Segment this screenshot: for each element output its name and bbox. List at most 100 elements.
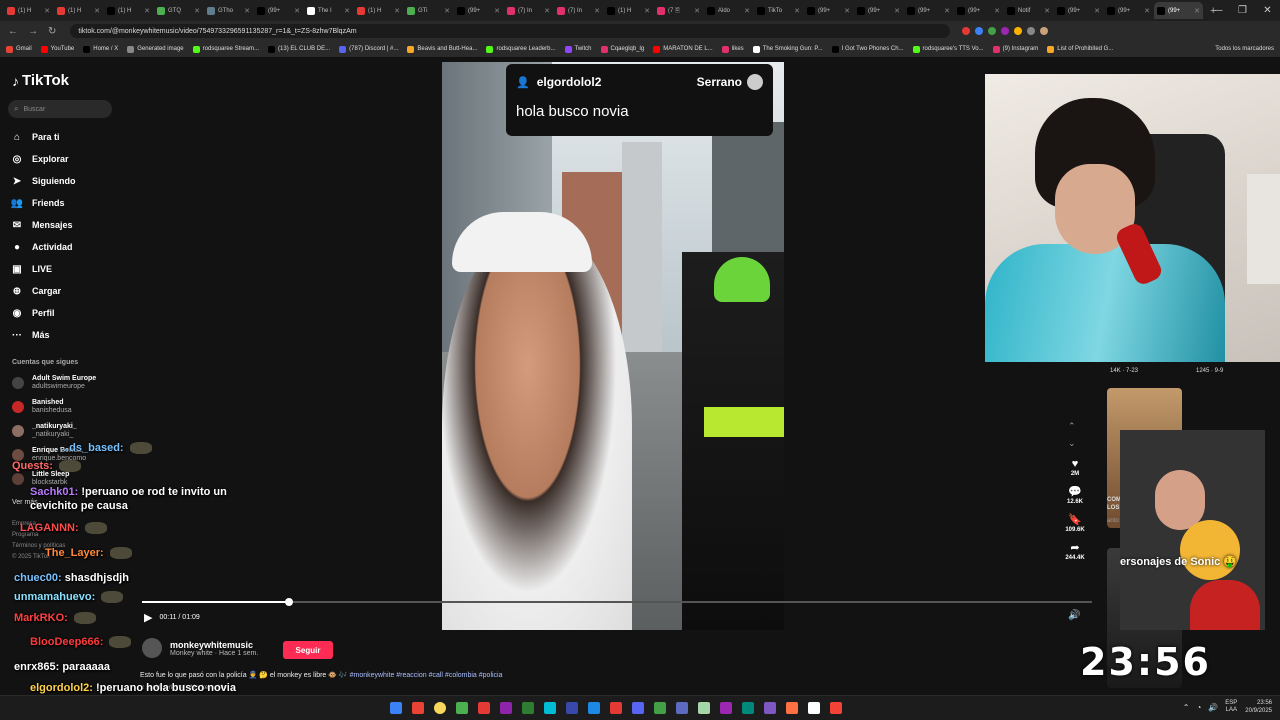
sidebar-item-para-ti[interactable]: ⌂ Para ti	[10, 126, 76, 148]
comment-icon[interactable]: 💬	[1060, 485, 1090, 498]
minimize-button[interactable]: —	[1205, 0, 1230, 21]
sidebar-item-cargar[interactable]: ⊕ Cargar	[10, 280, 76, 302]
taskbar-app-icon[interactable]	[698, 702, 710, 714]
all-bookmarks-link[interactable]: Todos los marcadores	[1215, 46, 1274, 52]
taskbar-app-icon[interactable]	[610, 702, 622, 714]
bookmark-item[interactable]: YouTube	[40, 45, 74, 53]
close-tab-icon[interactable]: ✕	[994, 7, 1000, 15]
taskbar-app-icon[interactable]	[742, 702, 754, 714]
progress-handle[interactable]	[285, 598, 294, 606]
close-tab-icon[interactable]: ✕	[494, 7, 500, 15]
sidebar-item-live[interactable]: ▣ LIVE	[10, 258, 76, 280]
close-tab-icon[interactable]: ✕	[244, 7, 250, 15]
sidebar-item-perfil[interactable]: ◉ Perfil	[10, 302, 76, 324]
extension-icon[interactable]	[1027, 27, 1036, 35]
bookmark-item[interactable]: Gmail	[6, 45, 32, 53]
browser-tab[interactable]: Aldo ✕	[704, 2, 753, 19]
taskbar-app-icon[interactable]	[676, 702, 688, 714]
close-tab-icon[interactable]: ✕	[1094, 7, 1100, 15]
bookmark-item[interactable]: Generated image	[127, 45, 184, 53]
browser-tab[interactable]: The I ✕	[304, 2, 353, 19]
taskbar-app-icon[interactable]	[544, 702, 556, 714]
video-player[interactable]	[442, 62, 784, 630]
bookmark-item[interactable]: Twitch	[564, 45, 592, 53]
bookmark-item[interactable]: (9) Instagram	[992, 45, 1038, 53]
extension-icon[interactable]	[1014, 27, 1023, 35]
bookmark-item[interactable]: Beavis and Butt-Hea...	[407, 45, 477, 53]
forward-icon[interactable]: →	[28, 26, 38, 37]
taskbar-app-icon[interactable]	[808, 702, 820, 714]
previous-video-icon[interactable]: ⌃	[1068, 418, 1076, 435]
close-tab-icon[interactable]: ✕	[644, 7, 650, 15]
taskbar-app-icon[interactable]	[456, 702, 468, 714]
close-tab-icon[interactable]: ✕	[1194, 7, 1200, 15]
browser-tab[interactable]: (1) H ✕	[604, 2, 653, 19]
taskbar-app-icon[interactable]	[654, 702, 666, 714]
taskbar-app-icon[interactable]	[830, 702, 842, 714]
extension-icon[interactable]	[988, 27, 997, 35]
taskbar-app-icon[interactable]	[522, 702, 534, 714]
chevron-up-icon[interactable]: ⌃	[1183, 703, 1190, 712]
bookmark-icon[interactable]: 🔖	[1060, 513, 1090, 526]
bookmark-item[interactable]: rodsquaree's TTS Vo...	[912, 45, 984, 53]
close-tab-icon[interactable]: ✕	[394, 7, 400, 15]
close-tab-icon[interactable]: ✕	[594, 7, 600, 15]
url-field[interactable]: tiktok.com/@monkeywhitemusic/video/75497…	[70, 24, 951, 38]
bookmark-item[interactable]: rodsquaree Stream...	[192, 45, 259, 53]
taskbar-app-icon[interactable]	[720, 702, 732, 714]
sidebar-item-siguiendo[interactable]: ➤ Siguiendo	[10, 170, 76, 192]
close-tab-icon[interactable]: ✕	[844, 7, 850, 15]
browser-tab[interactable]: (99+ ✕	[854, 2, 903, 19]
close-tab-icon[interactable]: ✕	[894, 7, 900, 15]
video-progress-bar[interactable]	[142, 598, 1092, 606]
close-tab-icon[interactable]: ✕	[744, 7, 750, 15]
close-tab-icon[interactable]: ✕	[544, 7, 550, 15]
wifi-icon[interactable]: ◔	[1196, 703, 1201, 712]
browser-tab[interactable]: (99+ ✕	[904, 2, 953, 19]
next-video-icon[interactable]: ⌄	[1068, 435, 1076, 452]
volume-icon[interactable]: 🔊	[1068, 610, 1080, 621]
browser-tab[interactable]: (99+ ✕	[804, 2, 853, 19]
tiktok-logo[interactable]: ♪ TikTok	[12, 72, 69, 89]
bookmark-item[interactable]: likes	[721, 45, 744, 53]
reload-icon[interactable]: ↻	[48, 26, 56, 37]
close-tab-icon[interactable]: ✕	[1044, 7, 1050, 15]
bookmark-item[interactable]: MARATON DE L...	[653, 45, 713, 53]
speaker-icon[interactable]: 🔊	[1208, 703, 1218, 712]
windows-start-icon[interactable]	[390, 702, 402, 714]
browser-tab[interactable]: Notif ✕	[1004, 2, 1053, 19]
taskbar-app-icon[interactable]	[786, 702, 798, 714]
bookmark-item[interactable]: Home / X	[83, 45, 118, 53]
browser-tab[interactable]: (99+ ✕	[254, 2, 303, 19]
sidebar-item-mensajes[interactable]: ✉ Mensajes	[10, 214, 76, 236]
share-icon[interactable]: ➦	[1060, 541, 1090, 554]
browser-tab[interactable]: (1) H ✕	[104, 2, 153, 19]
system-clock[interactable]: 23:56 20/9/2025	[1245, 699, 1272, 715]
taskbar-app-icon[interactable]	[478, 702, 490, 714]
close-tab-icon[interactable]: ✕	[344, 7, 350, 15]
browser-tab[interactable]: (99+ ✕	[1054, 2, 1103, 19]
taskbar-app-icon[interactable]	[412, 702, 424, 714]
close-window-button[interactable]: ✕	[1255, 0, 1280, 21]
browser-tab[interactable]: (1) H ✕	[4, 2, 53, 19]
taskbar-app-icon[interactable]	[434, 702, 446, 714]
bookmark-item[interactable]: rodsquaree Leaderb...	[486, 45, 556, 53]
search-input[interactable]: ⌕ Buscar	[8, 100, 112, 118]
extension-icon[interactable]	[962, 27, 971, 35]
taskbar-app-icon[interactable]	[566, 702, 578, 714]
taskbar-app-icon[interactable]	[500, 702, 512, 714]
bookmark-item[interactable]: (13) EL CLUB DE...	[268, 45, 330, 53]
profile-avatar[interactable]	[1040, 27, 1049, 35]
browser-tab[interactable]: (7 🖹 ✕	[654, 2, 703, 19]
bookmark-item[interactable]: The Smoking Gun: P...	[752, 45, 823, 53]
browser-tab[interactable]: (1) H ✕	[54, 2, 103, 19]
close-tab-icon[interactable]: ✕	[444, 7, 450, 15]
extension-icon[interactable]	[975, 27, 984, 35]
browser-tab[interactable]: GTi ✕	[404, 2, 453, 19]
close-tab-icon[interactable]: ✕	[1144, 7, 1150, 15]
taskbar-app-icon[interactable]	[764, 702, 776, 714]
browser-tab[interactable]: (99+ ✕	[454, 2, 503, 19]
following-account[interactable]: Adult Swim Europe adultswimeurope	[12, 375, 96, 391]
browser-tab[interactable]: (99+ ✕	[954, 2, 1003, 19]
back-icon[interactable]: ←	[8, 26, 18, 37]
